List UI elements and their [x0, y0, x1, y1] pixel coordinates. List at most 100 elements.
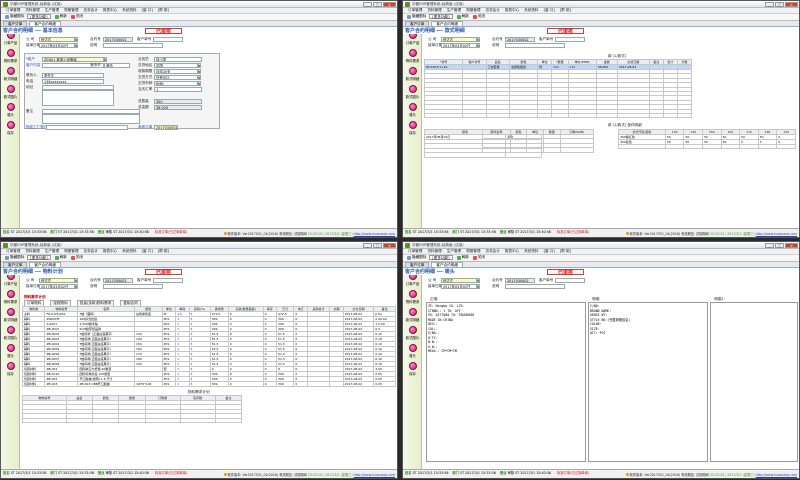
reference-order-field[interactable]: 2017030002 [154, 125, 178, 130]
menu-item[interactable]: [帮 助] [560, 8, 571, 13]
sidebar-item-style-detail[interactable]: 款式明细 [403, 308, 422, 322]
chevron-down-icon[interactable]: ▾ [103, 57, 107, 62]
customer-select[interactable]: ZEN01 某某公司服装 [42, 57, 104, 62]
menu-item[interactable]: 订单管理 [6, 8, 20, 13]
refresh-button[interactable]: 刷新 [54, 255, 67, 260]
menu-item[interactable]: [帮 助] [560, 249, 571, 254]
delivery-method-select[interactable]: 外贸出口 [154, 75, 198, 80]
table-cell[interactable] [720, 143, 741, 150]
more-functions-select[interactable]: [更多功能] [27, 14, 51, 19]
factory-account-field[interactable] [46, 125, 128, 130]
sidebar-item-style-detail[interactable]: 款式明细 [1, 308, 20, 322]
close-window-button[interactable]: ✕ [383, 242, 396, 248]
order-number-field[interactable]: 2017030002 [103, 37, 133, 42]
company-select[interactable]: 信达达 [441, 37, 477, 42]
menu-item[interactable]: [窗 口] [142, 249, 153, 254]
description-field[interactable] [505, 284, 565, 289]
sidebar-item-style-pictures[interactable]: 款式图片 [403, 326, 422, 340]
minimize-button[interactable]: _ [363, 242, 372, 248]
menu-item[interactable]: [窗 口] [142, 8, 153, 13]
table-cell[interactable]: 1#75*100 [134, 381, 163, 387]
description-field[interactable] [103, 43, 163, 48]
menu-item[interactable]: 生产管理 [45, 249, 59, 254]
table-cell[interactable] [676, 112, 693, 119]
close-button[interactable]: 关闭 [70, 255, 83, 260]
table-cell[interactable]: ZB-003 [44, 381, 79, 387]
menu-item[interactable]: 货料管理 [25, 8, 39, 13]
table-cell[interactable] [505, 152, 542, 158]
menu-item[interactable]: 总务会计 [84, 8, 98, 13]
trade-region-select[interactable]: 中国 [154, 63, 198, 68]
menu-item[interactable]: [帮 助] [158, 249, 169, 254]
table-cell[interactable] [757, 143, 778, 150]
menu-item[interactable]: 生产管理 [447, 8, 461, 13]
table-cell[interactable]: 0.05 [373, 381, 396, 387]
more-functions-select[interactable]: [更多功能] [429, 14, 453, 19]
total-amount-field[interactable]: 36,000 [154, 105, 202, 110]
more-functions-select[interactable]: [更多功能] [429, 255, 453, 260]
table-cell[interactable] [144, 417, 181, 424]
table-row[interactable] [482, 147, 595, 153]
chevron-down-icon[interactable]: ▾ [197, 63, 201, 68]
table-cell[interactable] [551, 112, 569, 119]
menu-item[interactable]: 物管管理 [64, 249, 78, 254]
menu-item[interactable]: 总务会计 [486, 8, 500, 13]
date-picker[interactable]: 2017年03月02日 [441, 43, 477, 48]
table-cell[interactable] [462, 112, 487, 119]
table-row[interactable] [423, 112, 693, 119]
company-select[interactable]: 信达达 [441, 278, 477, 283]
table-cell[interactable] [65, 417, 94, 424]
menu-item[interactable]: 物管管理 [466, 8, 480, 13]
maximize-button[interactable]: □ [775, 242, 784, 248]
description-field[interactable] [505, 43, 565, 48]
table-row[interactable] [618, 143, 796, 150]
menu-item[interactable]: 系统资料 [524, 8, 538, 13]
address-textarea[interactable] [42, 90, 114, 106]
chevron-down-icon[interactable]: ▾ [476, 37, 480, 42]
table-cell[interactable] [616, 112, 650, 119]
table-cell[interactable] [92, 417, 120, 424]
minimize-button[interactable]: _ [363, 1, 372, 7]
chevron-down-icon[interactable]: ▾ [74, 37, 78, 42]
website-link[interactable]: http://www.huaeuerp.com [354, 473, 395, 477]
menu-item[interactable]: 货料管理 [427, 8, 441, 13]
close-window-button[interactable]: ✕ [785, 242, 798, 248]
date-picker[interactable]: 2017年03月02日 [39, 284, 75, 289]
close-button[interactable]: 关闭 [472, 255, 485, 260]
table-cell[interactable] [509, 147, 528, 153]
sidebar-item-material-needs[interactable]: 物料需求 [1, 290, 20, 304]
hide-icon-button[interactable]: 隐藏图标 [5, 255, 24, 260]
website-link[interactable]: http://www.huaeuerp.com [756, 232, 797, 236]
table-cell[interactable]: 0 [227, 381, 264, 387]
table-cell[interactable]: ZB-003 OBB开口胶袋 [77, 381, 135, 387]
menu-item[interactable]: [窗 口] [544, 249, 555, 254]
table-cell[interactable] [567, 112, 597, 119]
table-cell[interactable]: 0 [262, 381, 278, 387]
menu-item[interactable]: 系统资料 [122, 8, 136, 13]
tab-contract-detail[interactable]: 客户合约明细 [431, 261, 463, 267]
table-cell[interactable]: 1 [175, 381, 190, 387]
chevron-down-icon[interactable]: ▾ [74, 284, 78, 289]
order-number-field[interactable]: 2017030002 [103, 278, 133, 283]
menu-item[interactable]: 生产管理 [447, 249, 461, 254]
exchange-rate-field[interactable]: 1 [154, 87, 202, 92]
total-quantity-field[interactable]: 300 [154, 99, 202, 104]
table-cell[interactable] [776, 143, 796, 150]
date-picker[interactable]: 2017年03月02日 [39, 43, 75, 48]
menu-item[interactable]: 报表中心 [505, 8, 519, 13]
table-cell[interactable] [662, 112, 678, 119]
table-cell[interactable] [485, 112, 510, 119]
sidebar-item-save[interactable]: 保存 [403, 121, 422, 135]
table-cell[interactable] [739, 143, 759, 150]
menu-item[interactable]: 货料管理 [25, 249, 39, 254]
chevron-down-icon[interactable]: ▾ [74, 278, 78, 283]
menu-item[interactable]: 报表中心 [103, 8, 117, 13]
tab-contract-detail[interactable]: 客户合约明细 [431, 20, 463, 26]
order-number-field[interactable]: 2017030002 [505, 278, 535, 283]
table-cell[interactable] [306, 381, 331, 387]
sidebar-item-material-needs[interactable]: 物料需求 [403, 49, 422, 63]
maximize-button[interactable]: □ [775, 1, 784, 7]
more-functions-select[interactable]: [更多功能] [27, 255, 51, 260]
customer-order-field[interactable] [555, 37, 585, 42]
salesman-field[interactable]: 何小霞 [154, 57, 202, 62]
